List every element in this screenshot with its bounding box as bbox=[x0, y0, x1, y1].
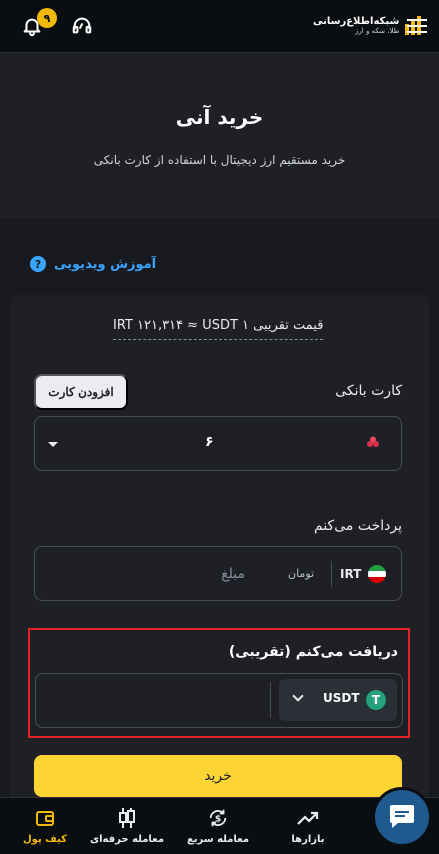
page-title: خرید آنی bbox=[175, 105, 264, 129]
top-bar: ۹ شبکه‌اطلاع‌رسانی طلا، سکه و ارز bbox=[0, 0, 439, 52]
amount-input[interactable] bbox=[45, 561, 245, 587]
trend-up-icon bbox=[297, 811, 319, 825]
nav-wallet[interactable]: کیف پول bbox=[5, 806, 85, 845]
nav-label: معامله سریع bbox=[186, 834, 250, 845]
chevron-down-icon bbox=[292, 690, 304, 702]
menu-button[interactable] bbox=[406, 15, 428, 37]
bank-card-label: کارت بانکی bbox=[335, 383, 402, 399]
nav-label: بازارها bbox=[291, 834, 325, 845]
bank-logo-icon bbox=[367, 436, 379, 447]
iran-flag-icon bbox=[368, 565, 386, 583]
video-tutorial-link[interactable]: ? آموزش ویدیویی bbox=[30, 256, 156, 272]
notification-badge: ۹ bbox=[37, 8, 57, 28]
nav-markets[interactable]: بازارها bbox=[268, 806, 348, 845]
swap-dollar-icon: $ bbox=[209, 809, 227, 827]
logo-subtitle: طلا، سکه و ارز bbox=[355, 26, 400, 35]
coin-code: USDT bbox=[323, 691, 360, 705]
bank-card-select[interactable]: ۶ bbox=[34, 416, 402, 471]
pay-amount-field[interactable]: تومان IRT bbox=[34, 546, 402, 601]
receive-section: دریافت می‌کنم (تقریبی) USDT T bbox=[28, 628, 410, 738]
logo-title: شبکه‌اطلاع‌رسانی bbox=[313, 15, 400, 27]
video-tutorial-label: آموزش ویدیویی bbox=[54, 256, 157, 272]
nav-pro-trade[interactable]: معامله حرفه‌ای bbox=[87, 806, 167, 845]
hamburger-menu-icon bbox=[407, 19, 427, 33]
pay-label: پرداخت می‌کنم bbox=[314, 518, 402, 534]
divider bbox=[331, 561, 332, 587]
approx-price[interactable]: قیمت تقریبی IRT ۱۲۱,۳۱۴ ≈ USDT ۱ bbox=[113, 318, 324, 340]
tether-icon: T bbox=[366, 690, 386, 710]
support-button[interactable] bbox=[70, 14, 94, 38]
caret-down-icon bbox=[48, 442, 58, 447]
selected-card: ۶ bbox=[205, 434, 214, 450]
chat-support-button[interactable] bbox=[372, 787, 432, 847]
page-subtitle: خرید مستقیم ارز دیجیتال با استفاده از کا… bbox=[93, 153, 346, 167]
buy-button[interactable]: خرید bbox=[34, 755, 402, 797]
chat-icon bbox=[390, 805, 414, 828]
add-card-button[interactable]: افزودن کارت bbox=[34, 374, 128, 410]
toman-unit: تومان bbox=[288, 567, 315, 580]
nav-label: کیف پول bbox=[23, 834, 67, 845]
nav-quick-trade[interactable]: $ معامله سریع bbox=[178, 806, 258, 845]
hero-section: خرید آنی خرید مستقیم ارز دیجیتال با استف… bbox=[0, 52, 439, 218]
coin-select[interactable]: USDT T bbox=[279, 679, 397, 721]
help-icon: ? bbox=[30, 256, 46, 272]
receive-amount-field[interactable]: USDT T bbox=[35, 673, 403, 728]
headset-icon bbox=[72, 17, 92, 34]
svg-text:$: $ bbox=[215, 814, 221, 825]
currency-code: IRT bbox=[340, 567, 362, 581]
wallet-icon bbox=[36, 811, 54, 826]
candlestick-icon bbox=[119, 808, 135, 828]
receive-label: دریافت می‌کنم (تقریبی) bbox=[228, 644, 398, 660]
divider bbox=[270, 682, 271, 718]
nav-label: معامله حرفه‌ای bbox=[89, 834, 165, 845]
